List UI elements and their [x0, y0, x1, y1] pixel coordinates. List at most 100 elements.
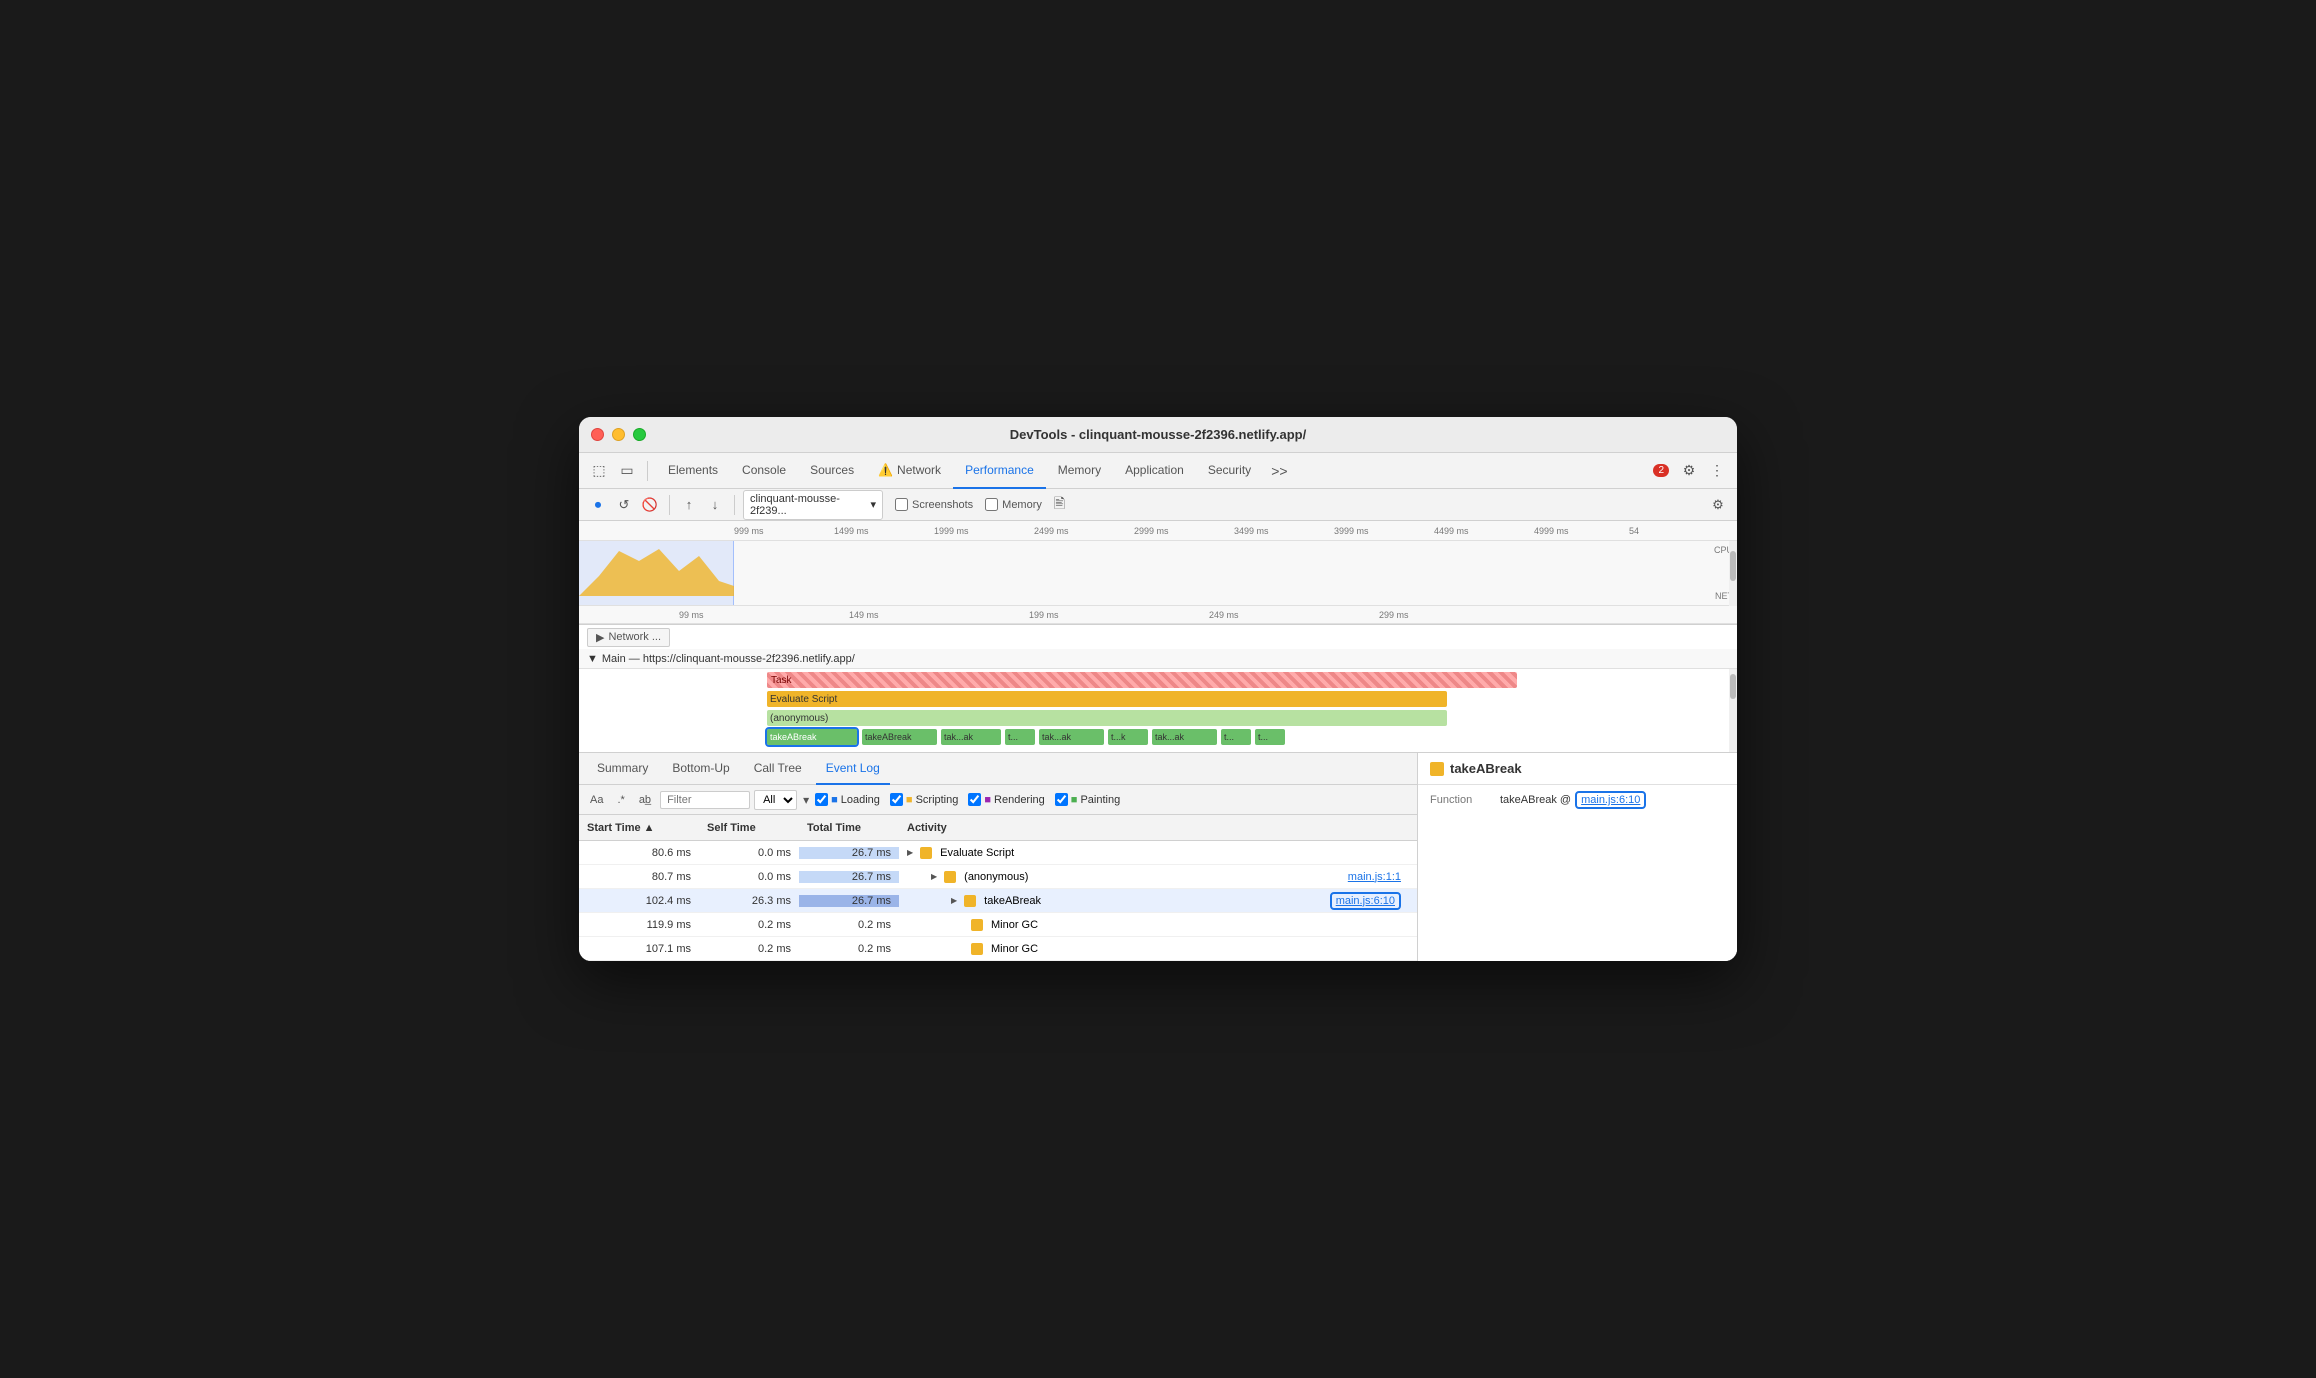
- take-a-break-selected[interactable]: takeABreak: [767, 729, 857, 745]
- evaluate-script-bar[interactable]: Evaluate Script: [767, 691, 1447, 707]
- more-tabs-button[interactable]: >>: [1263, 463, 1295, 479]
- main-thread-label: Main — https://clinquant-mousse-2f2396.n…: [602, 653, 855, 665]
- timeline-overview-container[interactable]: 999 ms 1499 ms 1999 ms 2499 ms 2999 ms 3…: [579, 521, 1737, 625]
- toolbar-right: 2 ⚙ ⋮: [1653, 459, 1729, 483]
- th-self-time[interactable]: Self Time: [699, 822, 799, 834]
- gear-icon[interactable]: ⚙: [1707, 494, 1729, 516]
- settings-icon[interactable]: ⚙: [1677, 459, 1701, 483]
- activity-cell-5: Minor GC: [899, 943, 1417, 955]
- activity-link-2[interactable]: main.js:1:1: [1348, 871, 1409, 883]
- tree-arrow-1[interactable]: ▶: [907, 848, 913, 857]
- perf-toolbar-right: ⚙: [1707, 494, 1729, 516]
- ruler-mark-4: 2499 ms: [1034, 526, 1069, 536]
- table-row[interactable]: 80.6 ms 0.0 ms 26.7 ms ▶ Evaluate Script: [579, 841, 1417, 865]
- th-total-time[interactable]: Total Time: [799, 822, 899, 834]
- more-options-icon[interactable]: ⋮: [1705, 459, 1729, 483]
- td-self-4: 0.2 ms: [699, 919, 799, 931]
- event-table: Start Time ▲ Self Time Total Time Activi…: [579, 815, 1417, 961]
- td-total-1: 26.7 ms: [799, 847, 899, 859]
- record-button[interactable]: ⏺: [587, 494, 609, 516]
- category-select[interactable]: All: [754, 790, 797, 810]
- loading-checkbox[interactable]: ■ Loading: [815, 793, 880, 806]
- flame-scrollbar[interactable]: [1729, 669, 1737, 752]
- tab-application[interactable]: Application: [1113, 453, 1196, 489]
- flame-7[interactable]: tak...ak: [1152, 729, 1217, 745]
- tab-performance[interactable]: Performance: [953, 453, 1046, 489]
- refresh-record-button[interactable]: ↺: [613, 494, 635, 516]
- maximize-button[interactable]: [633, 428, 646, 441]
- painting-checkbox[interactable]: ■ Painting: [1055, 793, 1120, 806]
- download-button[interactable]: ↓: [704, 494, 726, 516]
- bottom-main: Summary Bottom-Up Call Tree Event Log Aa: [579, 753, 1417, 961]
- flame-8[interactable]: t...: [1221, 729, 1251, 745]
- td-total-2: 26.7 ms: [799, 871, 899, 883]
- tree-arrow-2[interactable]: ▶: [931, 872, 937, 881]
- scroll-thumb[interactable]: [1730, 551, 1736, 581]
- capture-settings-icon[interactable]: 🖹: [1054, 493, 1065, 517]
- tab-console[interactable]: Console: [730, 453, 798, 489]
- timeline-overview[interactable]: CPU NET: [579, 541, 1737, 606]
- table-header: Start Time ▲ Self Time Total Time Activi…: [579, 815, 1417, 841]
- anonymous-bar[interactable]: (anonymous): [767, 710, 1447, 726]
- rendering-checkbox[interactable]: ■ Rendering: [968, 793, 1044, 806]
- inspector-icon[interactable]: ⬚: [587, 459, 611, 483]
- ruler-mark-3: 1999 ms: [934, 526, 969, 536]
- td-self-1: 0.0 ms: [699, 847, 799, 859]
- case-sensitive-button[interactable]: ab̲: [634, 791, 656, 809]
- activity-link-3[interactable]: main.js:6:10: [1330, 892, 1401, 910]
- td-self-3: 26.3 ms: [699, 895, 799, 907]
- dropdown-arrow[interactable]: ▾: [801, 793, 811, 807]
- main-thread-header: ▼ Main — https://clinquant-mousse-2f2396…: [579, 649, 1737, 669]
- tab-network[interactable]: ⚠️ Network: [866, 453, 953, 489]
- perf-toolbar: ⏺ ↺ 🚫 ↑ ↓ clinquant-mousse-2f239... ▾ Sc…: [579, 489, 1737, 521]
- flame-2[interactable]: takeABreak: [862, 729, 937, 745]
- table-row[interactable]: 80.7 ms 0.0 ms 26.7 ms ▶ (anonymous) mai…: [579, 865, 1417, 889]
- td-start-1: 80.6 ms: [579, 847, 699, 859]
- flame-5[interactable]: tak...ak: [1039, 729, 1104, 745]
- clear-button[interactable]: 🚫: [639, 494, 661, 516]
- upload-button[interactable]: ↑: [678, 494, 700, 516]
- rp-function-link[interactable]: main.js:6:10: [1575, 791, 1646, 809]
- ruler-mark-1: 999 ms: [734, 526, 764, 536]
- regex-button[interactable]: .*: [612, 791, 629, 809]
- flame-6[interactable]: t...k: [1108, 729, 1148, 745]
- task-bar[interactable]: Task: [767, 672, 1517, 688]
- flame-3[interactable]: tak...ak: [941, 729, 1001, 745]
- filter-input[interactable]: [660, 791, 750, 809]
- td-start-2: 80.7 ms: [579, 871, 699, 883]
- tab-security[interactable]: Security: [1196, 453, 1263, 489]
- table-row-selected[interactable]: 102.4 ms 26.3 ms 26.7 ms ▶ takeABreak ma…: [579, 889, 1417, 913]
- device-icon[interactable]: ▭: [615, 459, 639, 483]
- tab-bottom-up[interactable]: Bottom-Up: [662, 753, 739, 785]
- td-self-2: 0.0 ms: [699, 871, 799, 883]
- minimize-button[interactable]: [612, 428, 625, 441]
- tab-call-tree[interactable]: Call Tree: [744, 753, 812, 785]
- flame-scroll-thumb[interactable]: [1730, 674, 1736, 699]
- td-start-4: 119.9 ms: [579, 919, 699, 931]
- network-label[interactable]: ▶ Network ...: [587, 628, 670, 647]
- flame-4[interactable]: t...: [1005, 729, 1035, 745]
- bottom-tabs: Summary Bottom-Up Call Tree Event Log: [579, 753, 1417, 785]
- screenshots-checkbox[interactable]: Screenshots: [895, 498, 973, 511]
- error-badge: 2: [1653, 464, 1669, 477]
- tree-arrow-3[interactable]: ▶: [951, 896, 957, 905]
- tab-summary[interactable]: Summary: [587, 753, 658, 785]
- flame-9[interactable]: t...: [1255, 729, 1285, 745]
- scrollbar-right[interactable]: [1729, 541, 1737, 606]
- table-row[interactable]: 119.9 ms 0.2 ms 0.2 ms Minor GC: [579, 913, 1417, 937]
- table-row[interactable]: 107.1 ms 0.2 ms 0.2 ms Minor GC: [579, 937, 1417, 961]
- tab-memory[interactable]: Memory: [1046, 453, 1113, 489]
- th-activity[interactable]: Activity: [899, 822, 1417, 834]
- flame-chart: ▶ Network ... ▼ Main — https://clinquant…: [579, 625, 1737, 753]
- tab-elements[interactable]: Elements: [656, 453, 730, 489]
- url-selector[interactable]: clinquant-mousse-2f239... ▾: [743, 490, 883, 520]
- devtools-window: DevTools - clinquant-mousse-2f2396.netli…: [579, 417, 1737, 961]
- scripting-checkbox[interactable]: ■ Scripting: [890, 793, 958, 806]
- th-start-time[interactable]: Start Time ▲: [579, 822, 699, 834]
- tab-event-log[interactable]: Event Log: [816, 753, 890, 785]
- aa-button[interactable]: Aa: [585, 791, 608, 809]
- filter-bar: Aa .* ab̲ All ▾ ■ Loading: [579, 785, 1417, 815]
- memory-checkbox[interactable]: Memory: [985, 498, 1042, 511]
- tab-sources[interactable]: Sources: [798, 453, 866, 489]
- close-button[interactable]: [591, 428, 604, 441]
